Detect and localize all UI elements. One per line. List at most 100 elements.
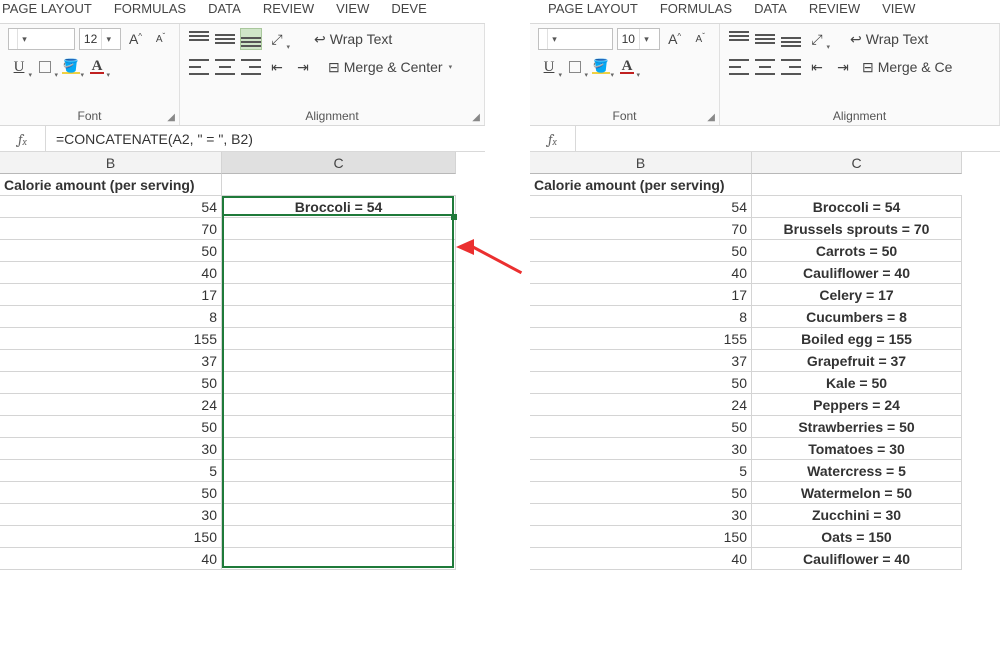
align-center-button[interactable]	[214, 56, 236, 78]
cell-c[interactable]: Broccoli = 54	[752, 196, 962, 218]
align-middle-button[interactable]	[754, 28, 776, 50]
dialog-launcher-icon[interactable]: ◢	[707, 112, 715, 123]
cell-c[interactable]: Carrots = 50	[752, 240, 962, 262]
tab-data[interactable]: DATA	[754, 0, 787, 16]
cell-c[interactable]	[222, 526, 456, 548]
table-row[interactable]: 50	[0, 416, 485, 438]
column-header-c[interactable]: C	[222, 152, 456, 174]
align-right-button[interactable]	[780, 56, 802, 78]
formula-input[interactable]: =CONCATENATE(A2, " = ", B2)	[46, 126, 485, 151]
table-row[interactable]: 50	[0, 482, 485, 504]
table-row[interactable]: 8Cucumbers = 8	[530, 306, 1000, 328]
cell-b[interactable]: 30	[0, 504, 222, 526]
cell-b[interactable]: 150	[530, 526, 752, 548]
cell-c[interactable]: Cauliflower = 40	[752, 548, 962, 570]
cell-b[interactable]: 70	[530, 218, 752, 240]
table-row[interactable]: 150Oats = 150	[530, 526, 1000, 548]
spreadsheet-grid[interactable]: B C Calorie amount (per serving) 54Brocc…	[0, 152, 485, 570]
cell-c[interactable]	[222, 460, 456, 482]
merge-center-button[interactable]: ⊟Merge & Ce	[858, 56, 956, 78]
font-color-button[interactable]: A▾	[86, 56, 108, 78]
decrease-font-button[interactable]: Aˇ	[150, 28, 171, 50]
tab-page-layout[interactable]: PAGE LAYOUT	[548, 0, 638, 16]
table-row[interactable]: 70	[0, 218, 485, 240]
cell-c[interactable]: Watermelon = 50	[752, 482, 962, 504]
cell-b[interactable]: 50	[0, 240, 222, 262]
table-row[interactable]: 50	[0, 372, 485, 394]
cell-b[interactable]: 50	[0, 482, 222, 504]
dialog-launcher-icon[interactable]: ◢	[167, 112, 175, 123]
decrease-font-button[interactable]: Aˇ	[689, 28, 711, 50]
cell-b[interactable]: 8	[0, 306, 222, 328]
cell-b[interactable]: 5	[530, 460, 752, 482]
tab-view[interactable]: VIEW	[336, 0, 369, 16]
cell-b[interactable]: 37	[0, 350, 222, 372]
table-row[interactable]: 40	[0, 548, 485, 570]
table-row[interactable]: 40Cauliflower = 40	[530, 262, 1000, 284]
table-row[interactable]: 30	[0, 438, 485, 460]
align-left-button[interactable]	[188, 56, 210, 78]
table-row[interactable]: 24	[0, 394, 485, 416]
cell-b[interactable]: 50	[0, 372, 222, 394]
cell-b[interactable]: 8	[530, 306, 752, 328]
formula-input[interactable]	[576, 126, 1000, 151]
cell-c[interactable]: Kale = 50	[752, 372, 962, 394]
cell-c[interactable]: Strawberries = 50	[752, 416, 962, 438]
table-row[interactable]: 54Broccoli = 54	[0, 196, 485, 218]
orientation-button[interactable]: ⤢▾	[266, 28, 288, 50]
table-row[interactable]: 24Peppers = 24	[530, 394, 1000, 416]
cell-b[interactable]: 30	[0, 438, 222, 460]
underline-button[interactable]: U▾	[8, 56, 30, 78]
table-row[interactable]: 50Carrots = 50	[530, 240, 1000, 262]
wrap-text-button[interactable]: ↩Wrap Text	[846, 28, 932, 50]
table-row[interactable]: 17Celery = 17	[530, 284, 1000, 306]
table-row[interactable]: 70Brussels sprouts = 70	[530, 218, 1000, 240]
cell-c[interactable]: Cauliflower = 40	[752, 262, 962, 284]
font-name-combo[interactable]: ▾	[8, 28, 75, 50]
cell-b[interactable]: 17	[0, 284, 222, 306]
table-row[interactable]: 5	[0, 460, 485, 482]
tab-developer[interactable]: DEVE	[391, 0, 426, 16]
underline-button[interactable]: U▾	[538, 56, 560, 78]
column-header-c[interactable]: C	[752, 152, 962, 174]
cell-b[interactable]: 5	[0, 460, 222, 482]
tab-review[interactable]: REVIEW	[263, 0, 314, 16]
cell-b[interactable]: 24	[0, 394, 222, 416]
column-header-b[interactable]: B	[530, 152, 752, 174]
fill-color-button[interactable]: 🪣▾	[60, 56, 82, 78]
tab-review[interactable]: REVIEW	[809, 0, 860, 16]
align-top-button[interactable]	[728, 28, 750, 50]
align-bottom-button[interactable]	[780, 28, 802, 50]
cell-c[interactable]: Brussels sprouts = 70	[752, 218, 962, 240]
align-middle-button[interactable]	[214, 28, 236, 50]
decrease-indent-button[interactable]: ⇤	[266, 56, 288, 78]
font-size-combo[interactable]: 12▾	[79, 28, 121, 50]
table-row[interactable]: 40Cauliflower = 40	[530, 548, 1000, 570]
cell-b[interactable]: 50	[530, 482, 752, 504]
cell-c[interactable]	[222, 416, 456, 438]
cell-b[interactable]: 30	[530, 438, 752, 460]
cell-c[interactable]: Zucchini = 30	[752, 504, 962, 526]
cell-b[interactable]: 40	[0, 548, 222, 570]
table-row[interactable]: 50	[0, 240, 485, 262]
table-row[interactable]: 17	[0, 284, 485, 306]
tab-view[interactable]: VIEW	[882, 0, 915, 16]
table-row[interactable]: 30Tomatoes = 30	[530, 438, 1000, 460]
cell-b[interactable]: 70	[0, 218, 222, 240]
table-row[interactable]: 50Strawberries = 50	[530, 416, 1000, 438]
cell-c[interactable]: Oats = 150	[752, 526, 962, 548]
fill-color-button[interactable]: 🪣▾	[590, 56, 612, 78]
cell-c[interactable]: Peppers = 24	[752, 394, 962, 416]
cell-b[interactable]: 24	[530, 394, 752, 416]
cell-b[interactable]: 54	[0, 196, 222, 218]
cell-c[interactable]	[222, 218, 456, 240]
cell-c[interactable]	[222, 482, 456, 504]
cell-b[interactable]: 40	[530, 262, 752, 284]
cell-b[interactable]: 50	[530, 240, 752, 262]
cell-c[interactable]: Celery = 17	[752, 284, 962, 306]
header-cell-b[interactable]: Calorie amount (per serving)	[530, 174, 752, 196]
decrease-indent-button[interactable]: ⇤	[806, 56, 828, 78]
increase-indent-button[interactable]: ⇥	[292, 56, 314, 78]
cell-c[interactable]	[222, 240, 456, 262]
cell-b[interactable]: 150	[0, 526, 222, 548]
